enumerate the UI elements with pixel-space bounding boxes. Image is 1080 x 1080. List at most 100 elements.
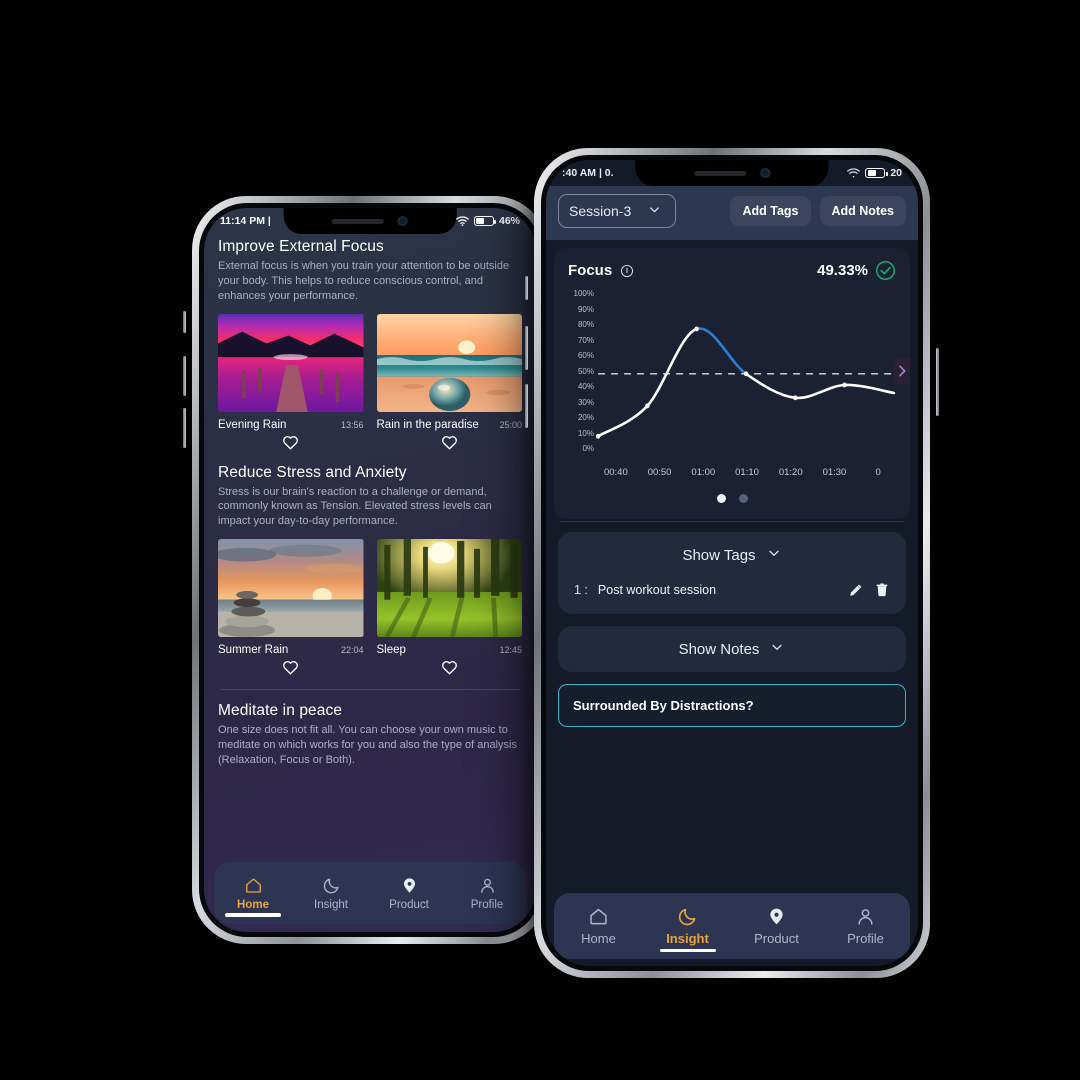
tab-profile[interactable]: Profile [448, 876, 526, 911]
media-card[interactable]: Rain in the paradise 25:00 [376, 313, 522, 450]
thumbnail-sunlit-forest[interactable] [376, 539, 522, 638]
status-time: 11:14 PM | [220, 215, 271, 227]
favorite-heart-icon[interactable] [441, 434, 458, 450]
volume-up-button[interactable] [183, 356, 186, 396]
divider [560, 521, 904, 522]
home-content: Improve External Focus External focus is… [204, 234, 536, 768]
tab-label: Insight [314, 898, 348, 911]
status-bar-left: 11:14 PM | 46% [204, 208, 536, 234]
y-tick: 20% [577, 413, 594, 422]
chevron-down-icon [769, 639, 785, 659]
x-tick: 01:10 [735, 467, 759, 478]
y-tick: 40% [577, 382, 594, 391]
tab-home[interactable]: Home [214, 876, 292, 917]
volume-down-button[interactable] [183, 408, 186, 448]
pager-dot-active[interactable] [716, 494, 726, 503]
media-card[interactable]: Evening Rain 13:56 [218, 313, 364, 450]
product-icon [400, 876, 419, 895]
chevron-down-icon [766, 545, 782, 565]
section-meditate-in-peace: Meditate in peace One size does not fit … [218, 702, 522, 768]
chart-y-axis: 100% 90% 80% 70% 60% 50% 40% 30% 20% 10% [564, 287, 594, 465]
insight-toolbar: Session-3 Add Tags Add Notes [546, 186, 918, 240]
battery-percent: 20 [890, 167, 902, 179]
session-dropdown[interactable]: Session-3 [558, 194, 676, 228]
trash-icon[interactable] [874, 582, 890, 598]
section-description: One size does not fit all. You can choos… [218, 724, 517, 766]
chart-canvas[interactable] [594, 287, 910, 465]
status-bar-right: :40 AM | 0. 20 [546, 160, 918, 186]
media-card[interactable]: Summer Rain 22:04 [218, 539, 364, 675]
home-icon [244, 876, 263, 895]
favorite-heart-icon[interactable] [441, 659, 458, 675]
tab-product[interactable]: Product [370, 876, 448, 911]
card-duration: 12:45 [499, 645, 522, 656]
status-time: :40 AM | 0. [562, 167, 614, 179]
y-tick: 10% [577, 428, 594, 438]
chart-x-axis: 00:40 00:50 01:00 01:10 01:20 01:30 0 [564, 467, 900, 478]
volume-up-button[interactable] [525, 326, 528, 370]
tab-insight[interactable]: Insight [643, 906, 732, 952]
show-tags-toggle[interactable]: Show Tags [558, 532, 906, 578]
mockup-stage: 11:14 PM | 46% Improve External Focus Ex… [0, 0, 1080, 1080]
check-circle-icon [875, 260, 896, 281]
tab-profile[interactable]: Profile [821, 906, 910, 946]
pager-dot[interactable] [738, 494, 748, 503]
info-icon[interactable] [620, 264, 634, 278]
card-row: Summer Rain 22:04 Sleep 12:45 [218, 539, 522, 675]
pencil-icon[interactable] [848, 582, 864, 598]
battery-icon [865, 168, 888, 178]
tab-product[interactable]: Product [732, 906, 821, 946]
section-title: Meditate in peace [218, 702, 343, 720]
tab-label: Home [237, 898, 269, 911]
moon-icon [322, 876, 341, 895]
y-tick: 90% [577, 304, 594, 314]
wifi-icon [847, 168, 861, 178]
wifi-icon [456, 216, 469, 226]
home-indicator [225, 913, 281, 917]
power-button[interactable] [936, 348, 939, 416]
favorite-heart-icon[interactable] [282, 659, 299, 675]
add-tags-button[interactable]: Add Tags [730, 196, 811, 226]
show-notes-toggle[interactable]: Show Notes [558, 626, 906, 672]
section-improve-external-focus: Improve External Focus External focus is… [218, 238, 522, 450]
y-tick: 60% [577, 351, 594, 360]
tab-label: Product [389, 898, 429, 911]
home-icon [588, 906, 609, 927]
mute-switch[interactable] [183, 311, 186, 333]
y-tick: 100% [573, 289, 594, 298]
add-notes-button[interactable]: Add Notes [819, 196, 906, 226]
y-tick: 0% [582, 444, 594, 453]
phone-right-bezel: :40 AM | 0. 20 Session-3 Add Tags Add No… [541, 155, 923, 971]
section-title: Reduce Stress and Anxiety [218, 463, 407, 481]
person-icon [855, 906, 876, 927]
panel-title: Show Tags [682, 546, 756, 564]
moon-icon [677, 906, 698, 927]
thumbnail-zen-stones-beach[interactable] [218, 539, 364, 638]
volume-down-button[interactable] [525, 384, 528, 428]
media-card[interactable]: Sleep 12:45 [376, 539, 522, 675]
tag-index: 1 : [574, 583, 588, 597]
tab-label: Profile [847, 931, 884, 946]
thumbnail-purple-pier-sunset[interactable] [218, 313, 364, 412]
x-tick: 00:50 [647, 467, 672, 478]
phone-left-bezel: 11:14 PM | 46% Improve External Focus Ex… [199, 203, 541, 937]
chevron-right-icon[interactable] [894, 358, 910, 385]
tab-insight[interactable]: Insight [292, 876, 370, 911]
home-indicator [659, 948, 716, 952]
tag-list-item: 1 : Post workout session [558, 578, 906, 614]
y-tick: 50% [577, 366, 594, 376]
mute-switch[interactable] [525, 276, 528, 300]
tag-text: Post workout session [597, 583, 717, 597]
card-title: Evening Rain [218, 418, 287, 431]
thumbnail-ocean-sunset-sphere[interactable] [376, 313, 522, 412]
product-icon [766, 906, 787, 927]
tab-home[interactable]: Home [554, 906, 643, 946]
x-tick: 00:40 [603, 467, 628, 478]
favorite-heart-icon[interactable] [282, 434, 299, 450]
phone-left: 11:14 PM | 46% Improve External Focus Ex… [183, 196, 557, 944]
show-notes-panel: Show Notes [558, 626, 906, 672]
battery-icon [473, 216, 497, 226]
tab-label: Home [581, 931, 616, 946]
panel-title: Show Notes [678, 640, 760, 658]
note-input-field[interactable]: Surrounded By Distractions? [558, 684, 906, 727]
